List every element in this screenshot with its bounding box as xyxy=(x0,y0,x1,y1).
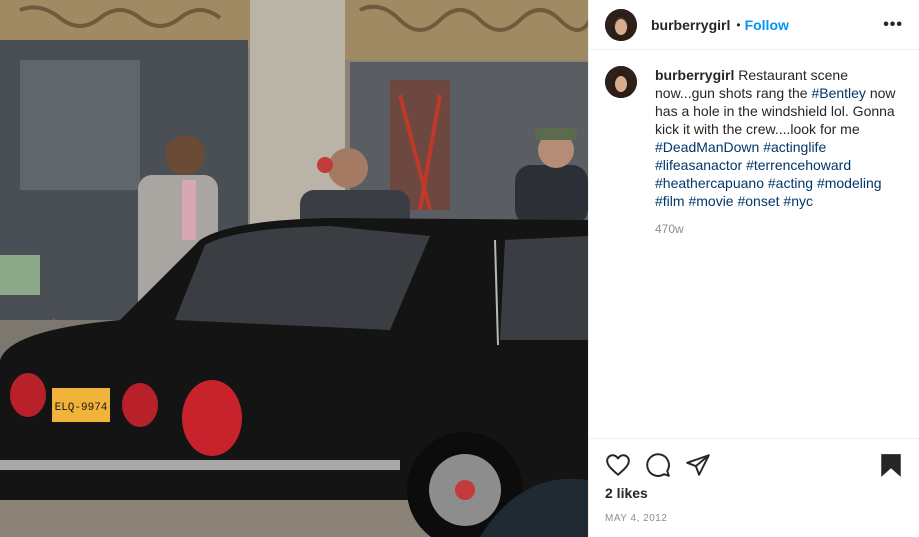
hashtag-link[interactable]: #onset xyxy=(737,193,779,209)
hashtag-link[interactable]: #Bentley xyxy=(811,85,865,101)
bookmark-icon[interactable] xyxy=(878,452,904,478)
comments-section: burberrygirl Restaurant scene now...gun … xyxy=(589,50,919,440)
comment-icon[interactable] xyxy=(645,452,671,478)
post-photo[interactable]: ELQ-9974 xyxy=(0,0,588,537)
caption-username[interactable]: burberrygirl xyxy=(655,67,734,83)
heart-icon[interactable] xyxy=(605,452,631,478)
post-panel: burberrygirl • Follow ••• burberrygirl R… xyxy=(588,0,919,537)
post-age[interactable]: 470w xyxy=(655,222,903,236)
action-icons xyxy=(605,439,904,491)
license-plate: ELQ-9974 xyxy=(55,402,108,414)
share-icon[interactable] xyxy=(685,452,711,478)
header-username[interactable]: burberrygirl xyxy=(651,17,730,33)
more-icon[interactable]: ••• xyxy=(883,16,903,34)
post-header: burberrygirl • Follow ••• xyxy=(589,0,919,50)
avatar[interactable] xyxy=(605,8,637,41)
hashtag-link[interactable]: #DeadManDown xyxy=(655,139,759,155)
caption-avatar[interactable] xyxy=(605,66,637,98)
follow-button[interactable]: Follow xyxy=(745,17,789,33)
likes-count[interactable]: 2 likes xyxy=(605,485,904,501)
avatar-image xyxy=(605,66,637,98)
hashtag-link[interactable]: #terrencehoward xyxy=(746,157,851,173)
photo-scene: ELQ-9974 xyxy=(0,0,588,537)
caption-body: Restaurant scene now...gun shots rang th… xyxy=(655,67,896,209)
caption-text: burberrygirl Restaurant scene now...gun … xyxy=(655,66,900,210)
hashtag-link[interactable]: #film xyxy=(655,193,685,209)
hashtag-link[interactable]: #nyc xyxy=(783,193,813,209)
post-date[interactable]: MAY 4, 2012 xyxy=(605,513,904,524)
hashtag-link[interactable]: #modeling xyxy=(817,175,882,191)
hashtag-link[interactable]: #actinglife xyxy=(763,139,826,155)
separator-dot: • xyxy=(736,17,741,32)
caption: burberrygirl Restaurant scene now...gun … xyxy=(605,66,903,210)
hashtag-link[interactable]: #movie xyxy=(688,193,733,209)
hashtag-link[interactable]: #lifeasanactor xyxy=(655,157,742,173)
hashtag-link[interactable]: #heathercapuano xyxy=(655,175,764,191)
actions-section: 2 likes MAY 4, 2012 xyxy=(589,438,919,524)
avatar-image xyxy=(605,8,637,41)
hashtag-link[interactable]: #acting xyxy=(768,175,813,191)
instagram-post: ELQ-9974 burberrygirl • Follow ••• burbe… xyxy=(0,0,919,537)
